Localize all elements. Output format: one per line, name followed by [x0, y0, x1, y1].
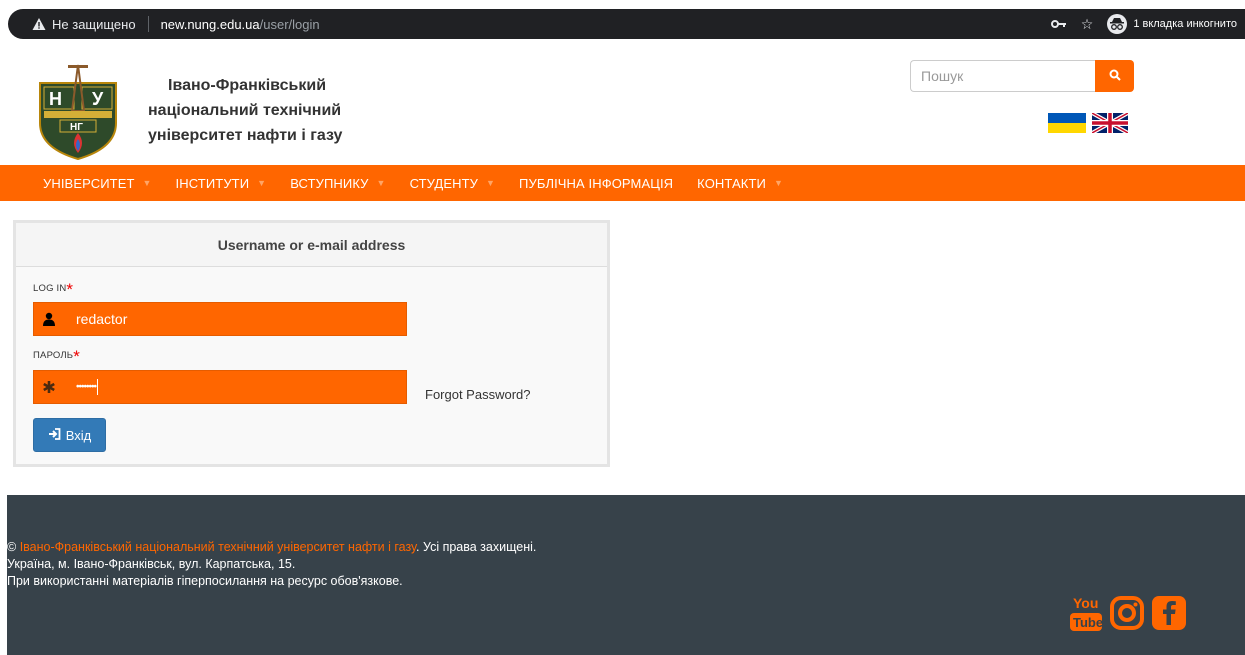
- social-links: You Tube: [1069, 593, 1187, 636]
- browser-toolbar: Не защищено new.nung.edu.ua/user/login ☆…: [0, 0, 1245, 45]
- instagram-icon[interactable]: [1109, 595, 1145, 634]
- search-icon: [1109, 69, 1121, 84]
- nav-item-public-info[interactable]: ПУБЛІЧНА ІНФОРМАЦІЯ: [519, 176, 673, 191]
- university-name-line2: національний технічний: [148, 102, 342, 119]
- caret-down-icon: ▼: [257, 178, 267, 188]
- nav-item-institutes[interactable]: ІНСТИТУТИ ▼: [176, 176, 267, 191]
- nav-label: УНІВЕРСИТЕТ: [43, 175, 135, 191]
- facebook-icon[interactable]: [1151, 595, 1187, 634]
- address-divider: [147, 16, 149, 32]
- required-marker: *: [73, 347, 81, 366]
- nav-label: ІНСТИТУТИ: [175, 175, 250, 191]
- user-icon: [34, 312, 64, 326]
- password-label-text: ПАРОЛЬ: [33, 350, 74, 361]
- password-label: ПАРОЛЬ*: [33, 347, 80, 367]
- caret-down-icon: ▼: [376, 178, 386, 188]
- username-field[interactable]: redactor: [33, 302, 407, 336]
- nav-label: ВСТУПНИКУ: [290, 175, 369, 191]
- login-panel-title: Username or e-mail address: [16, 223, 607, 267]
- footer-rights: . Усі права захищені.: [416, 540, 537, 554]
- login-button[interactable]: Вхід: [33, 418, 106, 452]
- key-icon[interactable]: [1050, 14, 1067, 34]
- search-button[interactable]: [1095, 60, 1134, 92]
- nav-item-applicants[interactable]: ВСТУПНИКУ ▼: [290, 176, 385, 191]
- svg-text:У: У: [92, 89, 104, 109]
- star-icon[interactable]: ☆: [1081, 14, 1094, 34]
- username-value: redactor: [76, 311, 128, 327]
- login-label-text: LOG IN: [33, 283, 67, 294]
- flag-uk-icon[interactable]: [1091, 111, 1129, 138]
- university-name-line3: університет нафти і газу: [148, 127, 343, 144]
- site-header: Н У НГ Івано-Франківський національний т…: [0, 45, 1245, 165]
- url-host[interactable]: new.nung.edu.ua: [161, 17, 260, 32]
- flag-ukraine-icon[interactable]: [1048, 113, 1086, 133]
- address-bar[interactable]: Не защищено new.nung.edu.ua/user/login ☆…: [8, 9, 1245, 39]
- caret-down-icon: ▼: [142, 178, 152, 188]
- asterisk-icon: [34, 380, 64, 394]
- text-cursor: [97, 379, 99, 395]
- nav-item-contacts[interactable]: КОНТАКТИ ▼: [697, 176, 783, 191]
- incognito-label: 1 вкладка инкогнито: [1133, 18, 1237, 30]
- main-nav: УНІВЕРСИТЕТ ▼ ІНСТИТУТИ ▼ ВСТУПНИКУ ▼ СТУДЕ…: [0, 165, 1245, 201]
- required-marker: *: [66, 280, 74, 299]
- forgot-password-link[interactable]: Forgot Password?: [425, 387, 531, 402]
- incognito-icon: [1107, 14, 1128, 34]
- warning-icon[interactable]: [32, 17, 46, 31]
- search-form: [910, 60, 1134, 92]
- security-label[interactable]: Не защищено: [52, 17, 136, 32]
- svg-text:НГ: НГ: [70, 122, 83, 133]
- language-switcher: [1048, 111, 1129, 138]
- search-input[interactable]: [910, 60, 1095, 92]
- login-button-label: Вхід: [65, 427, 92, 443]
- university-logo[interactable]: Н У НГ: [32, 63, 124, 161]
- svg-text:You: You: [1073, 595, 1098, 611]
- university-name-line1: Івано-Франківський: [168, 77, 327, 94]
- caret-down-icon: ▼: [486, 178, 496, 188]
- footer-notice: При використанні матеріалів гіперпосилан…: [7, 574, 403, 588]
- nav-item-students[interactable]: СТУДЕНТУ ▼: [410, 176, 495, 191]
- nav-label: СТУДЕНТУ: [409, 175, 478, 191]
- caret-down-icon: ▼: [773, 178, 783, 188]
- university-name[interactable]: Івано-Франківський національний технічни…: [148, 73, 342, 148]
- youtube-icon[interactable]: You Tube: [1069, 593, 1103, 636]
- footer-address: Україна, м. Івано-Франківськ, вул. Карпа…: [7, 557, 296, 571]
- password-value: ••••••••: [76, 381, 97, 393]
- svg-text:Н: Н: [49, 89, 62, 109]
- nav-item-university[interactable]: УНІВЕРСИТЕТ ▼: [43, 176, 152, 191]
- nav-label: ПУБЛІЧНА ІНФОРМАЦІЯ: [519, 175, 674, 191]
- password-field[interactable]: ••••••••: [33, 370, 407, 404]
- nav-label: КОНТАКТИ: [697, 175, 766, 191]
- login-label: LOG IN*: [33, 280, 73, 300]
- footer-university-link[interactable]: Івано-Франківський національний технічни…: [20, 540, 416, 554]
- site-footer: © Івано-Франківський національний техніч…: [7, 495, 1245, 655]
- svg-text:Tube: Tube: [1073, 615, 1103, 630]
- url-path[interactable]: /user/login: [260, 17, 320, 32]
- footer-text: © Івано-Франківський національний техніч…: [7, 539, 536, 590]
- login-panel: Username or e-mail address LOG IN* redac…: [13, 220, 610, 467]
- sign-in-icon: [48, 427, 61, 443]
- copyright-symbol: ©: [7, 540, 17, 554]
- incognito-indicator[interactable]: 1 вкладка инкогнито: [1107, 14, 1237, 34]
